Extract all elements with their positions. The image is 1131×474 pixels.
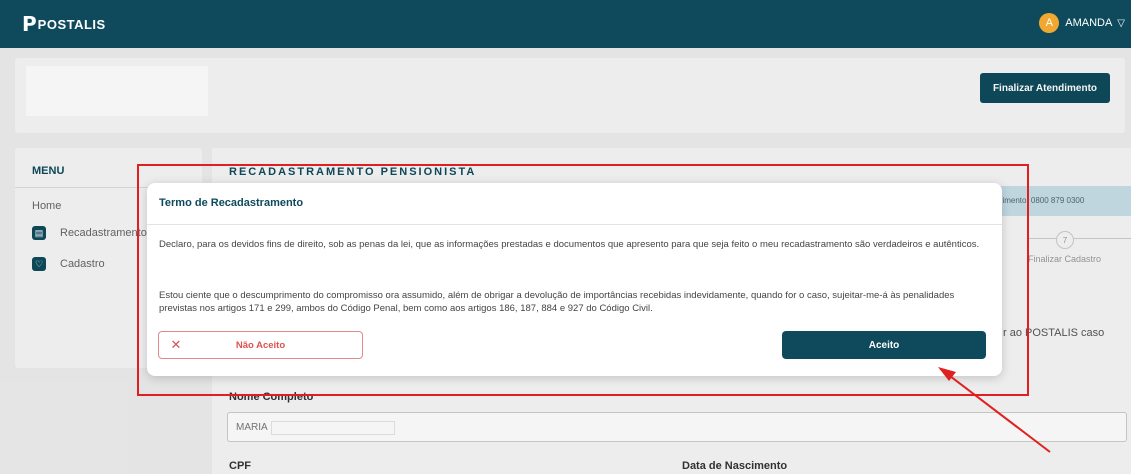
avatar: A (1039, 13, 1060, 33)
chevron-down-icon[interactable]: ▽ (1117, 18, 1125, 29)
logo-text: POSTALIS (37, 16, 106, 32)
modal-divider (147, 224, 1002, 225)
postalis-logo[interactable]: P POSTALIS (22, 14, 106, 34)
logo-mark: P (22, 12, 37, 36)
user-name: AMANDA (1065, 17, 1113, 29)
terms-paragraph-1: Declaro, para os devidos fins de direito… (159, 239, 980, 250)
reject-button[interactable]: ✕ Não Aceito (158, 331, 363, 359)
accept-button[interactable]: Aceito (782, 331, 986, 359)
top-bar: P POSTALIS A AMANDA ▽ (0, 0, 1131, 48)
user-menu[interactable]: A AMANDA ▽ (1039, 13, 1125, 33)
terms-modal: Termo de Recadastramento Declaro, para o… (147, 183, 1002, 376)
terms-paragraph-2: Estou ciente que o descumprimento do com… (159, 290, 955, 314)
close-icon: ✕ (170, 337, 182, 352)
modal-title: Termo de Recadastramento (159, 197, 304, 209)
reject-button-label: Não Aceito (235, 339, 286, 351)
